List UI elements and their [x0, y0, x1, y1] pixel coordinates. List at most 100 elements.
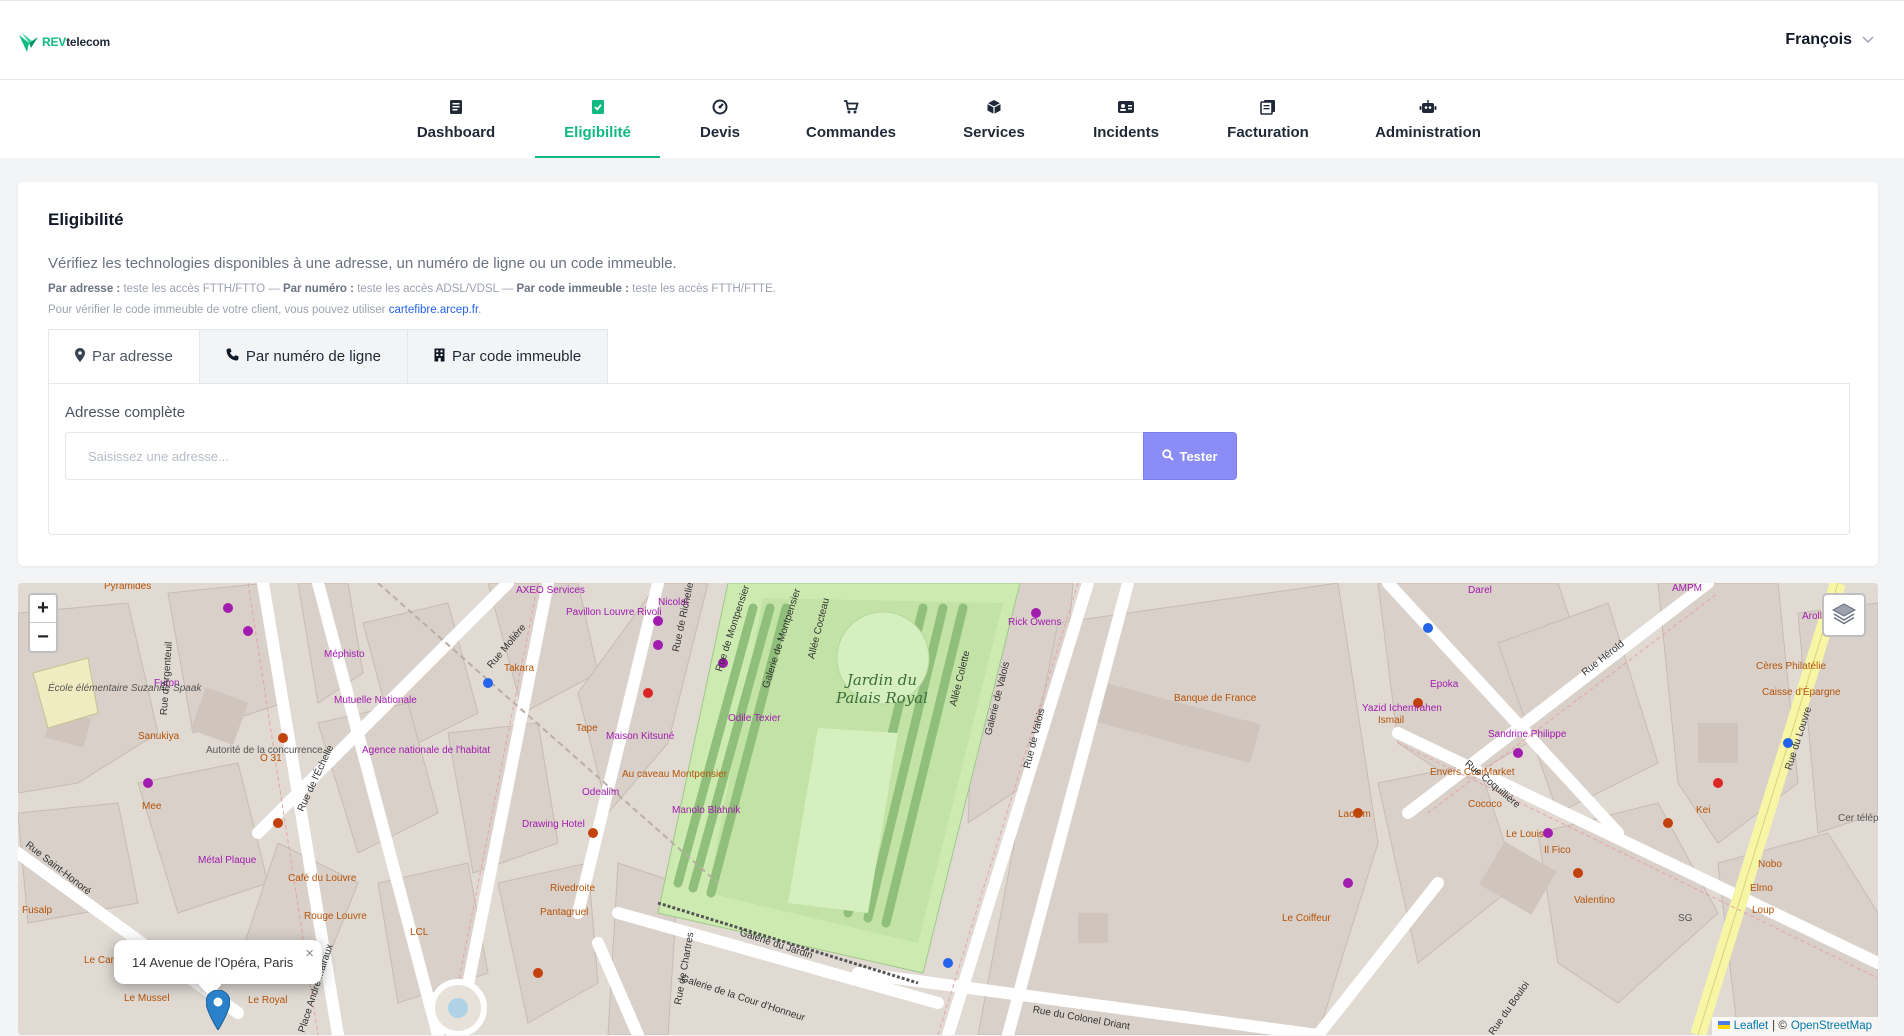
- nav-label: Commandes: [805, 124, 897, 141]
- map-label: Valentino: [1574, 895, 1615, 906]
- map-label: Caisse d'Épargne: [1762, 687, 1841, 698]
- map-label: Autorité de la concurrence: [206, 745, 323, 756]
- map-label: Darel: [1468, 585, 1492, 596]
- nav-administration[interactable]: Administration: [1375, 80, 1481, 158]
- map-label: École élémentaire Suzanne Spaak: [48, 683, 202, 694]
- map-label: Loup: [1752, 905, 1775, 916]
- map-label: Pyramides: [104, 583, 152, 592]
- map-label: Le Mussel: [124, 993, 170, 1004]
- map-label: Métal Plaque: [198, 855, 257, 866]
- map-label: Agence nationale de l'habitat: [362, 745, 491, 756]
- nav-label: Devis: [699, 124, 741, 141]
- map-label: Elmo: [1750, 883, 1773, 894]
- nav-commandes[interactable]: Commandes: [805, 80, 897, 158]
- language-label: François: [1785, 31, 1852, 48]
- map-label: SG: [1678, 913, 1693, 924]
- map-label: Tape: [576, 723, 598, 734]
- openstreetmap-link[interactable]: OpenStreetMap: [1791, 1020, 1872, 1032]
- page-title: Eligibilité: [48, 210, 124, 229]
- map-label: Banque de France: [1174, 693, 1257, 704]
- arcep-note: Pour vérifier le code immeuble de votre …: [48, 304, 482, 316]
- map-label: Manolo Blahnik: [672, 805, 741, 816]
- zoom-control: + −: [28, 593, 58, 653]
- map-label: Rick Owens: [1008, 617, 1062, 628]
- nav-label: Incidents: [1093, 124, 1159, 141]
- map-label: Pantagruel: [540, 907, 589, 918]
- address-field-label: Adresse complète: [65, 404, 186, 421]
- map-label: Fusalp: [22, 905, 53, 916]
- document-icon: [449, 98, 463, 116]
- tester-button[interactable]: Tester: [1143, 432, 1237, 480]
- map-label: Il Fico: [1544, 845, 1571, 856]
- map-attribution: Leaflet | © OpenStreetMap: [1711, 1017, 1878, 1035]
- tab-par-numero-de-ligne[interactable]: Par numéro de ligne: [199, 329, 408, 384]
- ukraine-flag-icon: [1717, 1020, 1730, 1032]
- park-label: Jardin du Palais Royal: [836, 671, 928, 707]
- ticket-icon: [1117, 98, 1135, 116]
- map-popup: 14 Avenue de l'Opéra, Paris ×: [114, 940, 322, 984]
- map-label: Méphisto: [324, 649, 365, 660]
- nav-label: Facturation: [1227, 124, 1309, 141]
- zoom-in-button[interactable]: +: [30, 595, 56, 623]
- search-mode-tabs: Par adresse Par numéro de ligne Par code…: [48, 329, 609, 384]
- address-tab-panel: Adresse complète Tester: [48, 383, 1850, 535]
- layers-icon: [1831, 601, 1857, 630]
- nav-eligibilite[interactable]: Eligibilité: [535, 80, 660, 158]
- map-label: Odile Texier: [728, 713, 781, 724]
- tab-label: Par numéro de ligne: [245, 348, 381, 365]
- nav-label: Eligibilité: [564, 124, 631, 141]
- check-clipboard-icon: [590, 98, 606, 116]
- map-label: Mee: [142, 801, 162, 812]
- nav-facturation[interactable]: Facturation: [1227, 80, 1309, 158]
- map-label: Mutuelle Nationale: [334, 695, 417, 706]
- map-label: Le Royal: [248, 995, 288, 1006]
- map-label: Rivedroite: [550, 883, 596, 894]
- robot-icon: [1419, 98, 1437, 116]
- map-label: Drawing Hotel: [522, 819, 585, 830]
- logo-text: REVtelecom: [42, 35, 111, 49]
- eligibility-map[interactable]: Pyramides AXEO Services Pavillon Louvre …: [18, 583, 1878, 1035]
- top-bar: REVtelecom François: [0, 0, 1904, 80]
- map-label: Cer télépho Gene: [1838, 813, 1878, 824]
- nav-label: Administration: [1375, 124, 1481, 141]
- map-label: Lactém: [1338, 809, 1371, 820]
- zoom-out-button[interactable]: −: [30, 623, 56, 651]
- gauge-icon: [712, 98, 728, 116]
- building-icon: [434, 348, 445, 366]
- chevron-down-icon: [1862, 31, 1874, 49]
- cart-icon: [843, 98, 859, 116]
- map-label: Sanukiya: [138, 731, 180, 742]
- map-label: LCL: [410, 927, 429, 938]
- map-label: Rouge Louvre: [304, 911, 367, 922]
- cartefibre-link[interactable]: cartefibre.arcep.fr: [389, 304, 478, 316]
- nav-label: Services: [963, 124, 1025, 141]
- map-label: Epoka: [1430, 679, 1459, 690]
- location-marker-icon[interactable]: [205, 989, 231, 1035]
- nav-services[interactable]: Services: [963, 80, 1025, 158]
- page-description: Vérifiez les technologies disponibles à …: [48, 255, 677, 272]
- map-label: Kei: [1696, 805, 1711, 816]
- address-input[interactable]: [65, 432, 1145, 480]
- tab-par-code-immeuble[interactable]: Par code immeuble: [407, 329, 609, 384]
- map-label: Le Louis: [1506, 829, 1544, 840]
- language-selector[interactable]: François: [1785, 31, 1874, 49]
- cube-icon: [986, 98, 1002, 116]
- map-label: AXEO Services: [516, 585, 585, 596]
- revtelecom-logo[interactable]: REVtelecom: [18, 31, 110, 53]
- tab-label: Par code immeuble: [451, 348, 582, 365]
- nav-incidents[interactable]: Incidents: [1093, 80, 1159, 158]
- map-label: AMPM: [1672, 583, 1702, 594]
- leaflet-link[interactable]: Leaflet: [1734, 1020, 1769, 1032]
- popup-close-button[interactable]: ×: [305, 945, 314, 962]
- nav-dashboard[interactable]: Dashboard: [417, 80, 495, 158]
- map-label: Maison Kitsuné: [606, 731, 675, 742]
- map-label: Takara: [504, 663, 535, 674]
- tab-par-adresse[interactable]: Par adresse: [48, 329, 200, 384]
- map-pin-icon: [75, 347, 85, 366]
- search-icon: [1162, 448, 1175, 464]
- eligibility-card: Eligibilité Vérifiez les technologies di…: [18, 182, 1878, 566]
- layers-button[interactable]: [1822, 593, 1866, 637]
- map-label: Cères Philatélie: [1756, 661, 1827, 672]
- nav-devis[interactable]: Devis: [699, 80, 741, 158]
- map-label: Café du Louvre: [288, 873, 357, 884]
